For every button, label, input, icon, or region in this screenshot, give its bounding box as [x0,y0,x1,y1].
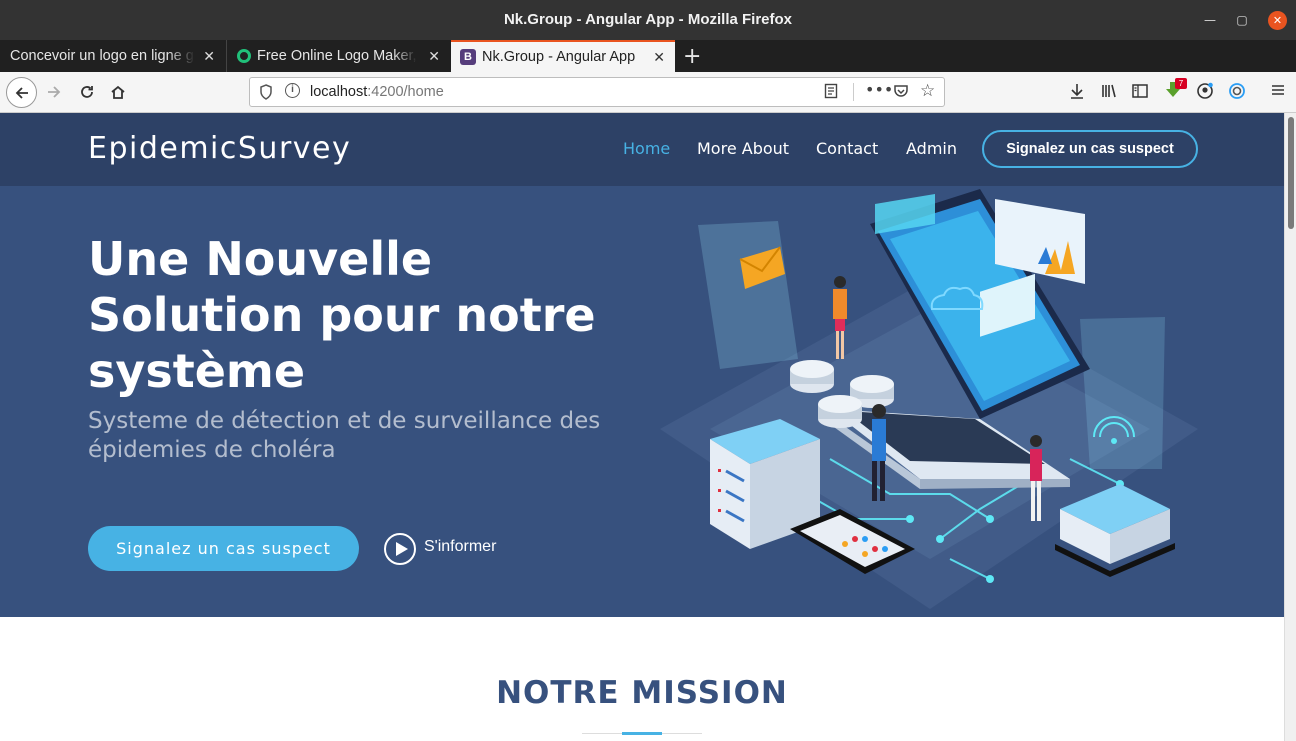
close-tab-icon[interactable]: ✕ [203,48,215,65]
tab-label: Concevoir un logo en ligne gratuit [10,48,195,64]
menu-icon[interactable] [1270,82,1286,103]
window-titlebar: Nk.Group - Angular App - Mozilla Firefox… [0,0,1296,40]
scrollbar-thumb[interactable] [1288,117,1294,229]
mission-divider-accent [622,732,662,735]
minimize-icon[interactable]: — [1201,11,1219,29]
tab-strip: Concevoir un logo en ligne gratuit ✕ Fre… [0,40,1296,72]
mission-title: NOTRE MISSION [496,675,788,711]
logomaker-favicon-icon [237,49,251,63]
library-icon[interactable] [1100,82,1118,105]
tab-logo-maker[interactable]: Free Online Logo Maker, Logo ✕ [226,40,450,72]
close-tab-icon[interactable]: ✕ [428,48,440,65]
star-icon[interactable]: ☆ [920,81,935,101]
new-tab-icon[interactable]: + [683,44,701,69]
report-case-button[interactable]: Signalez un cas suspect [88,526,359,571]
menu-contact[interactable]: Contact [816,139,878,158]
forward-icon[interactable] [40,78,68,106]
site-header: EpidemicSurvey Home More About Contact A… [0,113,1284,186]
shield-icon[interactable] [259,84,273,104]
close-window-icon[interactable]: ✕ [1268,11,1287,30]
info-icon[interactable]: i [285,83,300,98]
back-icon[interactable] [6,77,37,108]
pocket-icon[interactable] [893,83,909,103]
site-brand[interactable]: EpidemicSurvey [88,131,351,166]
url-bar[interactable]: i localhost:4200/home ••• ☆ [249,77,945,107]
url-text[interactable]: localhost:4200/home [310,84,444,100]
window-title: Nk.Group - Angular App - Mozilla Firefox [503,11,793,28]
browser-navbar: i localhost:4200/home ••• ☆ 7 [0,72,1296,113]
hero-illustration [660,189,1198,609]
page-viewport: EpidemicSurvey Home More About Contact A… [0,113,1284,741]
url-host: localhost [310,84,368,100]
bootstrap-favicon-icon: B [460,49,476,65]
extension-badge: 7 [1175,78,1187,89]
menu-admin[interactable]: Admin [906,139,957,158]
download-icon[interactable] [1068,82,1086,105]
tab-logo-fr[interactable]: Concevoir un logo en ligne gratuit ✕ [0,40,225,72]
more-icon[interactable]: ••• [865,80,893,99]
tab-label: Nk.Group - Angular App [482,49,636,65]
maximize-icon[interactable]: ▢ [1233,11,1251,29]
menu-home[interactable]: Home [623,139,670,158]
report-case-nav-button[interactable]: Signalez un cas suspect [982,130,1198,168]
hero-title: Une Nouvelle Solution pour notre système [88,232,596,398]
hero-section: EpidemicSurvey Home More About Contact A… [0,113,1284,617]
reader-icon[interactable] [824,83,838,103]
home-icon[interactable] [104,78,132,106]
hero-subtitle: Systeme de détection et de surveillance … [88,408,601,463]
url-divider [853,83,854,101]
sidebar-icon[interactable] [1131,82,1149,105]
url-path: :4200/home [367,84,444,100]
reload-icon[interactable] [73,78,101,106]
menu-more-about[interactable]: More About [697,139,789,158]
extension-icon[interactable]: 7 [1164,78,1187,105]
close-tab-icon[interactable]: ✕ [653,49,665,66]
tab-angular-app[interactable]: B Nk.Group - Angular App ✕ [451,40,675,72]
inform-link[interactable]: S'informer [424,538,496,556]
page-scrollbar[interactable] [1284,113,1296,741]
play-icon[interactable] [384,533,416,565]
account-icon[interactable] [1196,82,1214,105]
sync-icon[interactable] [1228,82,1246,105]
tab-label: Free Online Logo Maker, Logo [257,48,417,64]
